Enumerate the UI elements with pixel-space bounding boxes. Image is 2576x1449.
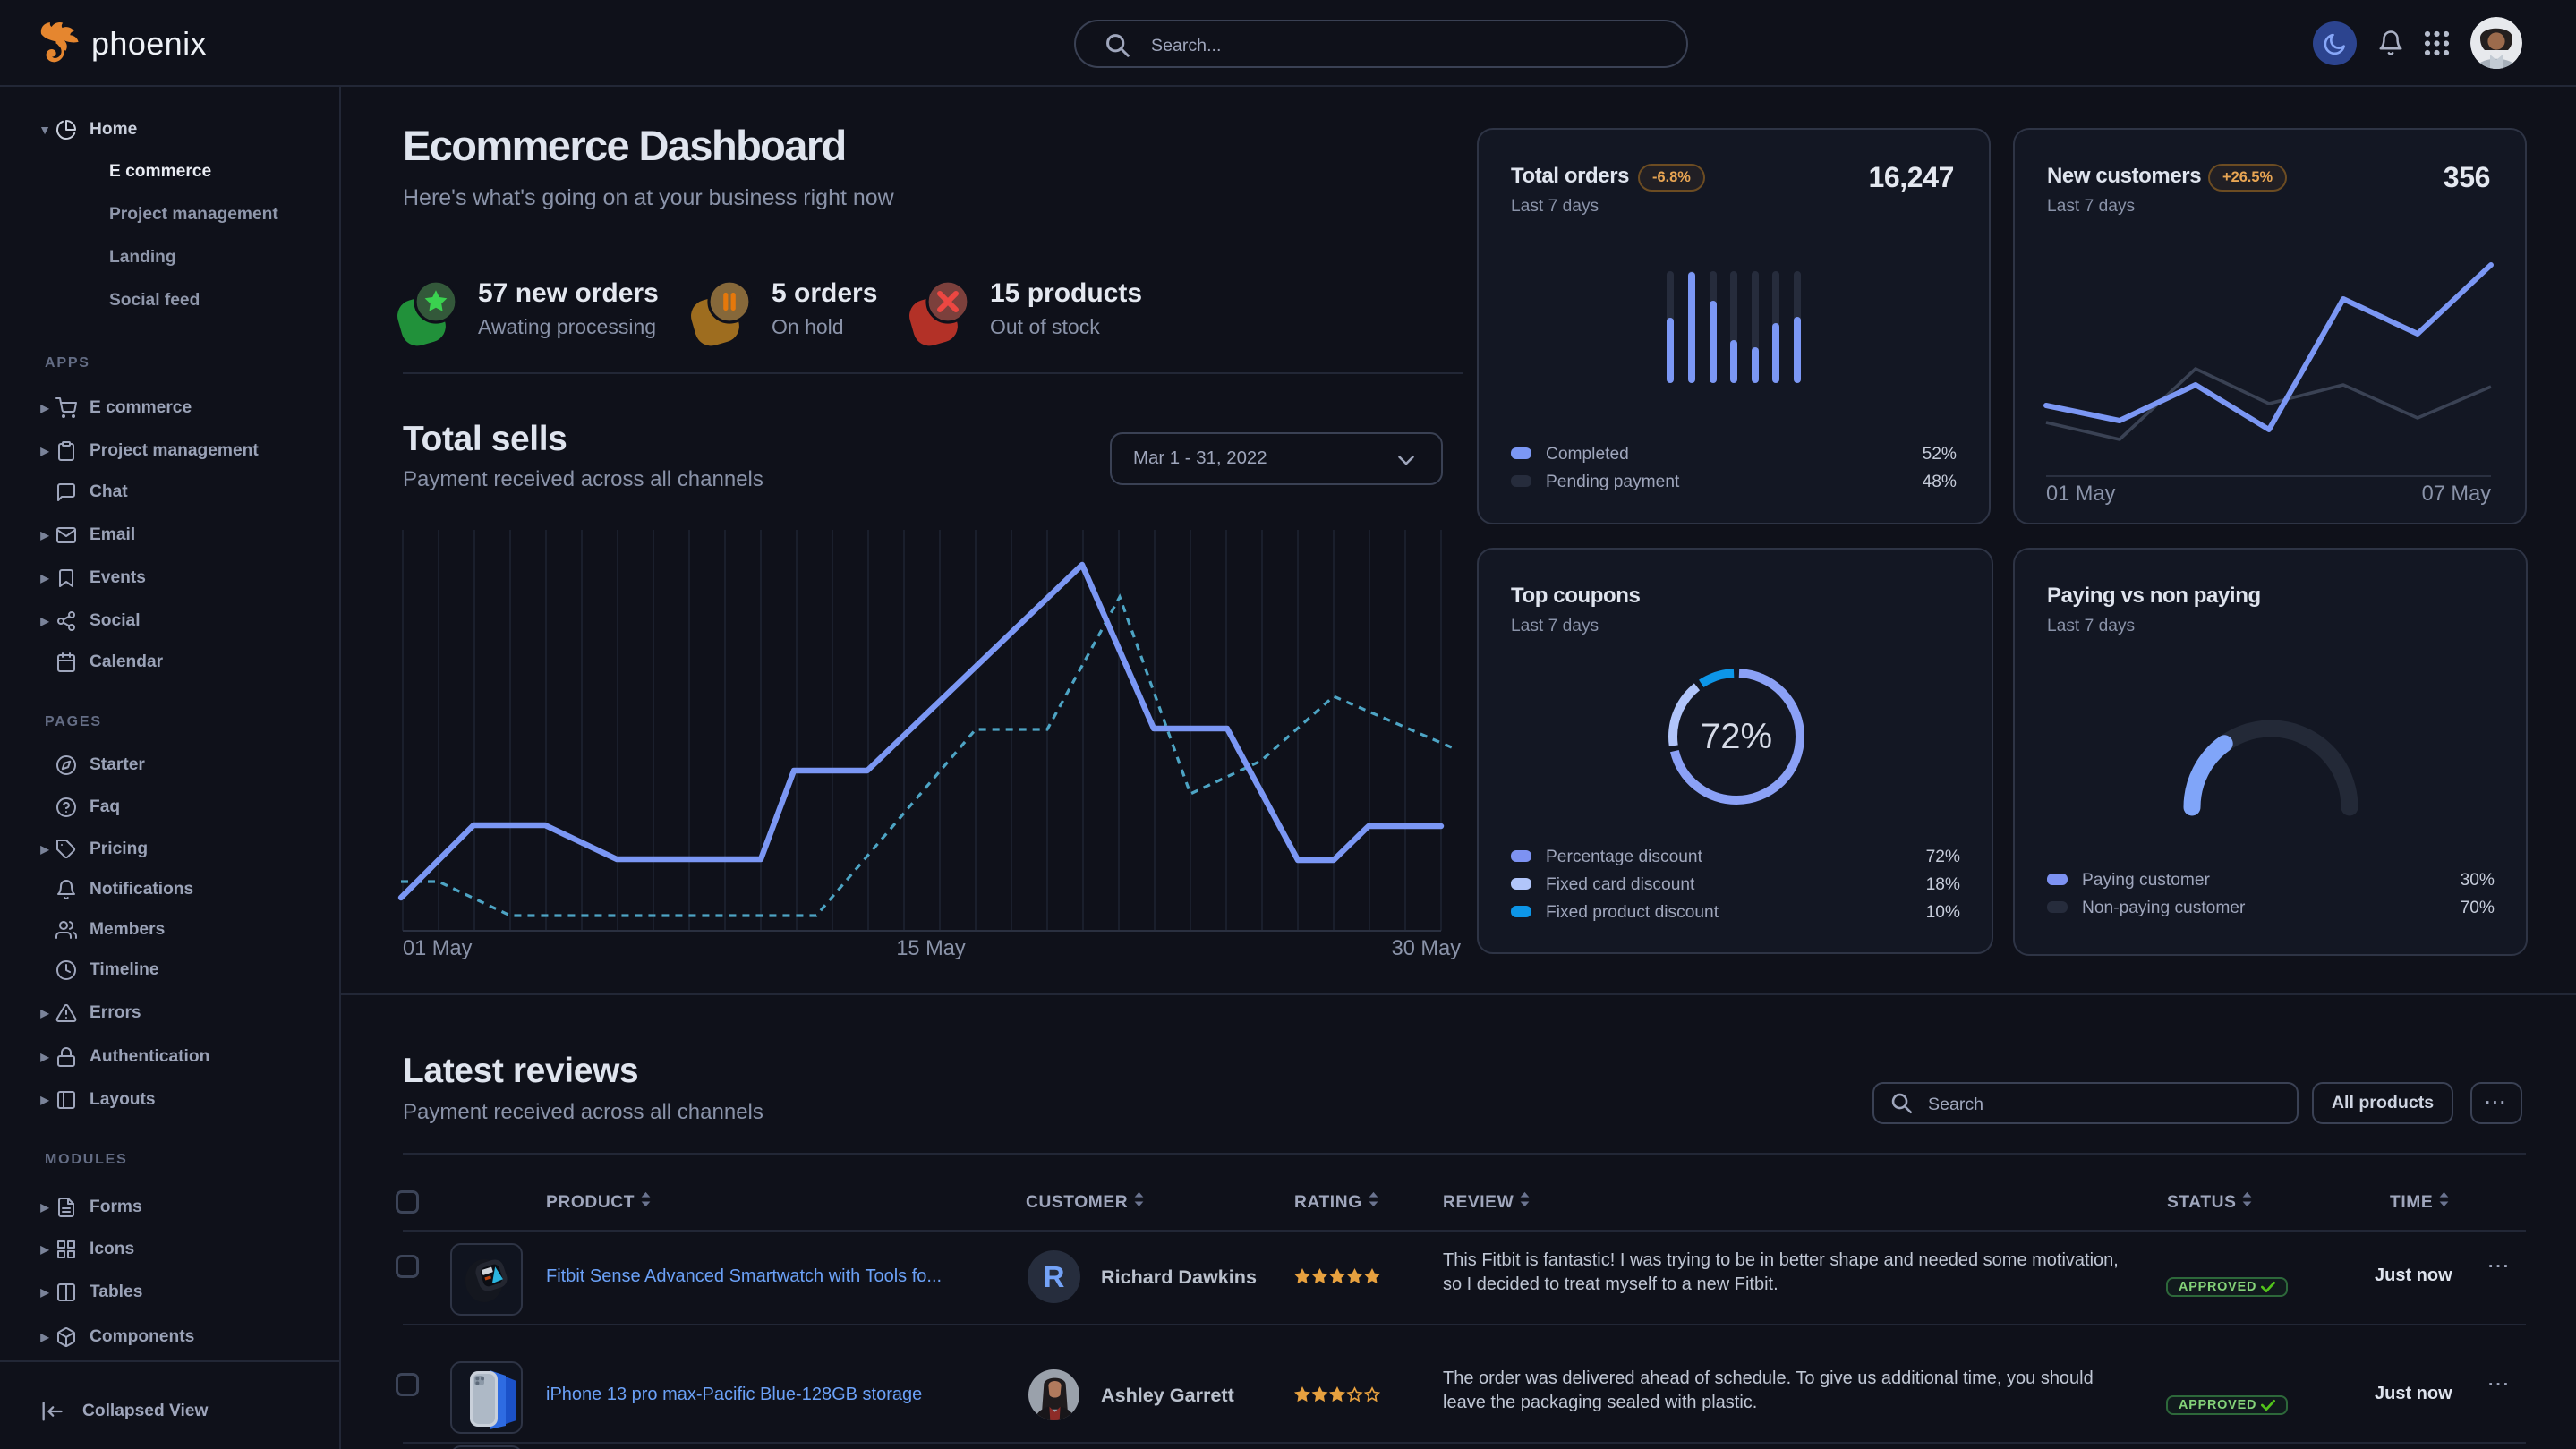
- svg-text:72%: 72%: [1701, 717, 1772, 756]
- svg-text:07 May: 07 May: [2422, 482, 2492, 506]
- svg-text:01 May: 01 May: [403, 937, 473, 960]
- svg-text:30 May: 30 May: [1392, 937, 1462, 960]
- svg-text:01 May: 01 May: [2046, 482, 2116, 506]
- svg-text:15 May: 15 May: [896, 937, 966, 960]
